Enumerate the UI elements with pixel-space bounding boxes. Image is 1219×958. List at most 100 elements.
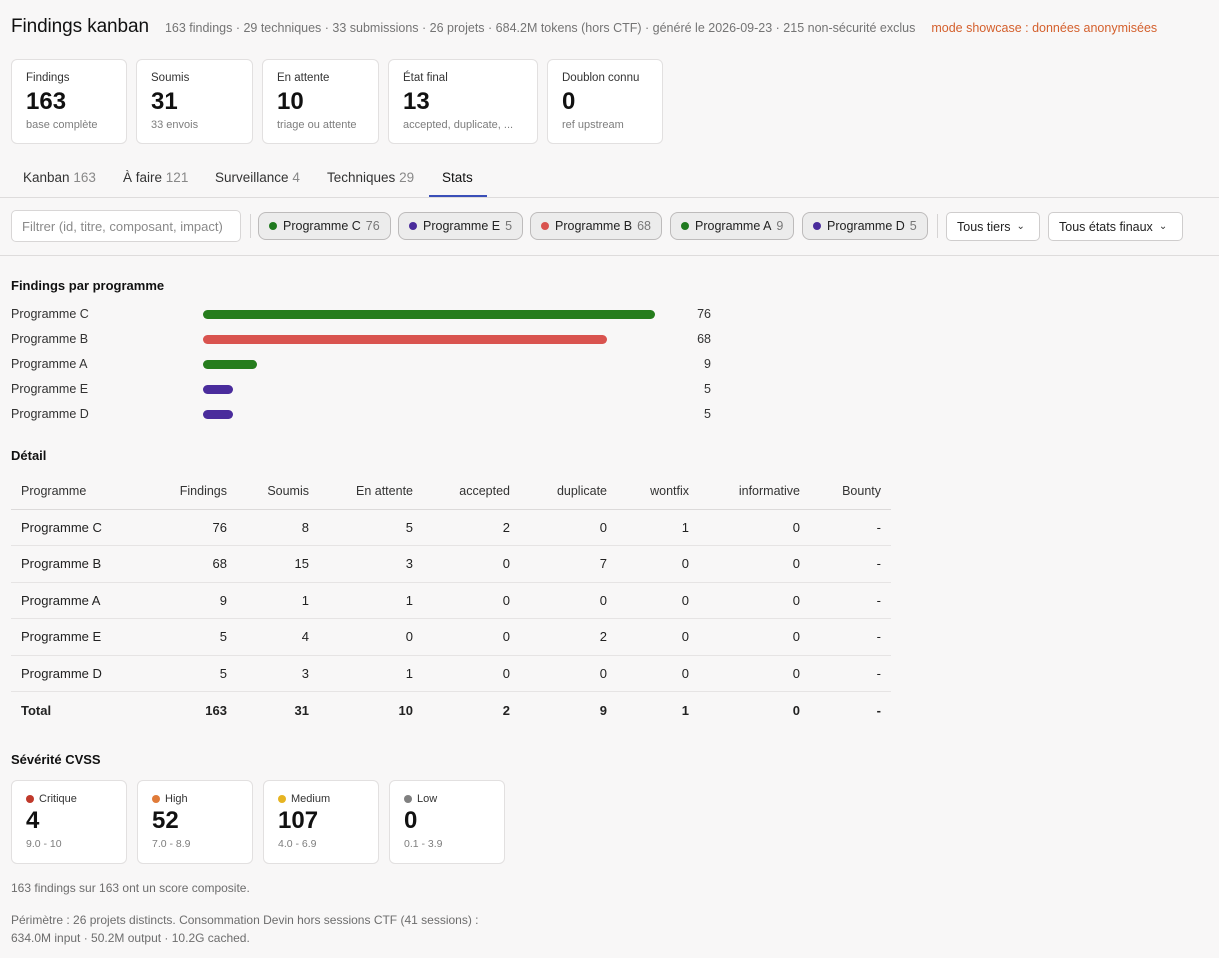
consumption-line: 634.0M input · 50.2M output · 10.2G cach… <box>11 931 250 945</box>
table-cell: - <box>810 655 891 692</box>
severity-value: 52 <box>152 807 179 834</box>
table-cell: Programme E <box>11 618 151 656</box>
card-value: 163 <box>26 88 67 115</box>
table-cell: 15 <box>237 545 319 583</box>
card-sub: ref upstream <box>562 119 624 131</box>
table-cell: 0 <box>699 655 810 692</box>
card-doublon: Doublon connu 0 ref upstream <box>547 59 663 144</box>
bars-section-title: Findings par programme <box>11 278 165 293</box>
tab-label: Techniques <box>327 170 396 185</box>
bar-row: Programme A 9 <box>11 355 731 375</box>
color-dot-icon <box>269 222 277 230</box>
table-row: Programme C 76 8 5 2 0 1 0- <box>11 509 891 546</box>
perimetre-note: Périmètre : 26 projets distincts. Consom… <box>11 911 479 947</box>
table-cell: Programme A <box>11 582 151 619</box>
severity-card-low: Low 0 0.1 - 3.9 <box>389 780 505 864</box>
bar <box>203 335 607 344</box>
table-cell: 5 <box>151 618 237 656</box>
bar-label: Programme B <box>11 332 89 346</box>
bar <box>203 360 257 369</box>
tab-label: Surveillance <box>215 170 289 185</box>
table-cell: 31 <box>294 702 309 718</box>
tab-count: 163 <box>73 170 96 185</box>
critical-dot-icon <box>26 795 34 803</box>
table-cell: 1 <box>319 655 423 692</box>
tab-surveillance[interactable]: Surveillance 4 <box>215 170 300 185</box>
card-sub: triage ou attente <box>277 119 357 131</box>
filter-input[interactable] <box>11 210 241 242</box>
bar-value: 76 <box>697 307 711 321</box>
filter-bar: Programme C 76 Programme E 5 Programme B… <box>0 198 1219 256</box>
tab-techniques[interactable]: Techniques 29 <box>327 170 414 185</box>
card-label: Soumis <box>151 72 190 84</box>
column-header: wontfix <box>617 474 699 510</box>
chevron-down-icon: ⌄ <box>1158 221 1168 232</box>
table-cell: 2 <box>520 618 617 656</box>
chip-programme-e[interactable]: Programme E 5 <box>398 212 524 240</box>
tab-kanban[interactable]: Kanban 163 <box>23 170 96 185</box>
summary-cards: Findings 163 base complète Soumis 31 33 … <box>11 59 663 144</box>
table-cell: 0 <box>617 545 699 583</box>
table-cell: 2 <box>423 509 520 546</box>
severity-card-medium: Medium 107 4.0 - 6.9 <box>263 780 379 864</box>
severity-label: Medium <box>278 793 364 805</box>
select-value: Tous états finaux <box>1059 219 1153 234</box>
table-cell: Total <box>21 702 52 718</box>
etats-finaux-select[interactable]: Tous états finaux ⌄ <box>1048 212 1183 241</box>
column-header: accepted <box>423 474 520 510</box>
bar-label: Programme E <box>11 382 89 396</box>
tab-a-faire[interactable]: À faire 121 <box>123 170 188 185</box>
chip-count: 5 <box>505 219 513 233</box>
severity-cards: Critique 4 9.0 - 10 High 52 7.0 - 8.9 Me… <box>11 780 505 864</box>
table-cell: 0 <box>699 618 810 656</box>
showcase-notice: mode showcase : données anonymisées <box>931 21 1158 35</box>
table-cell: - <box>810 618 891 656</box>
severity-range: 7.0 - 8.9 <box>152 838 191 850</box>
severity-range: 4.0 - 6.9 <box>278 838 317 850</box>
table-cell: 7 <box>520 545 617 583</box>
bar-row: Programme E 5 <box>11 380 731 400</box>
column-header: duplicate <box>520 474 617 510</box>
tab-stats[interactable]: Stats <box>442 170 473 185</box>
bar-value: 5 <box>704 407 711 421</box>
table-cell: 0 <box>617 618 699 656</box>
table-cell: 9 <box>599 702 607 718</box>
select-value: Tous tiers <box>957 219 1011 234</box>
table-cell: Programme B <box>11 545 151 583</box>
tiers-select[interactable]: Tous tiers ⌄ <box>946 212 1040 241</box>
table-cell: 3 <box>237 655 319 692</box>
table-cell: 0 <box>699 509 810 546</box>
card-label: Findings <box>26 72 70 84</box>
chip-count: 5 <box>909 219 917 233</box>
chip-programme-c[interactable]: Programme C 76 <box>258 212 391 240</box>
severity-label: High <box>152 793 238 805</box>
table-row: Programme D5310000- <box>11 655 891 692</box>
tab-count: 29 <box>399 170 415 185</box>
table-cell: 0 <box>617 655 699 692</box>
table-cell: 0 <box>423 545 520 583</box>
color-dot-icon <box>813 222 821 230</box>
card-soumis: Soumis 31 33 envois <box>136 59 253 144</box>
perimetre-line: Périmètre : 26 projets distincts. Consom… <box>11 913 479 927</box>
table-cell: 1 <box>237 582 319 619</box>
card-label: Doublon connu <box>562 72 640 84</box>
color-dot-icon <box>409 222 417 230</box>
chip-programme-d[interactable]: Programme D 5 <box>802 212 928 240</box>
table-row: Programme A9110000- <box>11 582 891 619</box>
chip-programme-b[interactable]: Programme B 68 <box>530 212 663 240</box>
table-cell: 9 <box>151 582 237 619</box>
card-sub: accepted, duplicate, ... <box>403 119 514 131</box>
column-header: Soumis <box>237 474 319 510</box>
table-cell: 1 <box>319 582 423 619</box>
table-cell: 68 <box>151 545 237 583</box>
bar-label: Programme C <box>11 307 89 321</box>
chip-label: Programme D <box>827 219 905 233</box>
table-cell: Programme C <box>11 509 151 546</box>
column-header: Findings <box>151 474 237 510</box>
card-label: État final <box>403 72 448 84</box>
severity-range: 9.0 - 10 <box>26 838 62 850</box>
chip-programme-a[interactable]: Programme A 9 <box>670 212 795 240</box>
divider <box>250 214 251 238</box>
column-header: Bounty <box>810 474 891 510</box>
bar-label: Programme D <box>11 407 89 421</box>
